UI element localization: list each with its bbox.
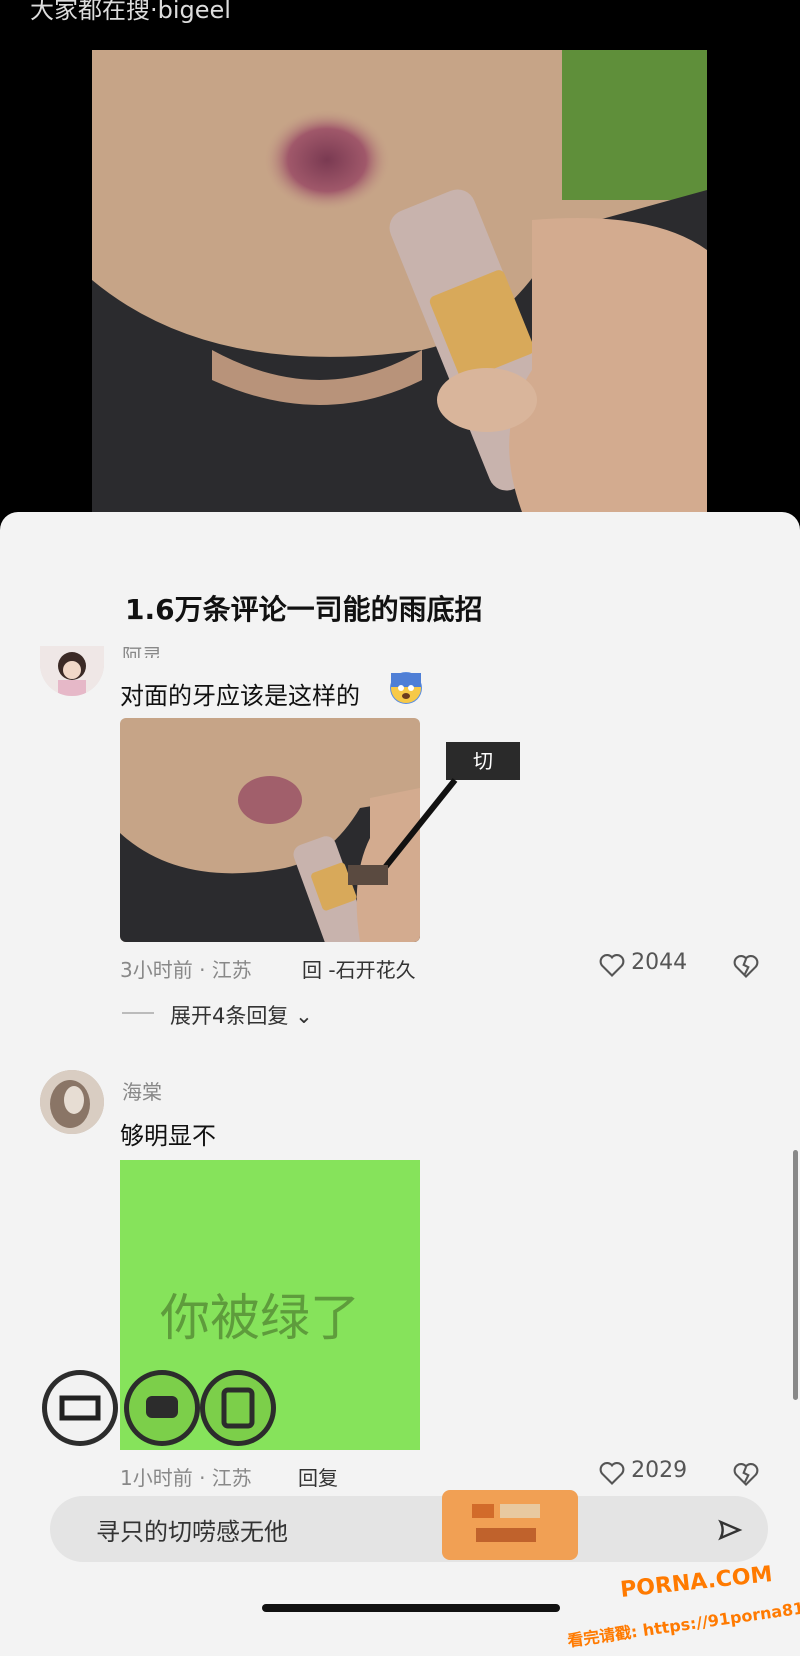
video-caption: 大家都在搜·bigeel <box>30 0 231 24</box>
meme-face-icon <box>47 1375 113 1441</box>
chevron-down-icon: ⌄ <box>295 1004 313 1028</box>
divider-line <box>122 1012 154 1014</box>
heart-outline-icon <box>599 1461 625 1485</box>
comment-text: 够明显不 <box>120 1122 216 1150</box>
emoji-button[interactable] <box>714 1514 746 1546</box>
comment-username[interactable]: 海棠 <box>122 1076 162 1105</box>
video-frame[interactable] <box>92 50 707 512</box>
comment-meta: 1小时前 · 江苏 <box>120 1466 252 1490</box>
like-count: 2029 <box>631 1458 688 1483</box>
broken-heart-icon <box>733 955 759 978</box>
sticker-icon[interactable] <box>42 1370 118 1446</box>
comment-input[interactable]: 寻只的切唠感无他 <box>96 1512 288 1547</box>
happy-face-icon <box>129 1375 195 1441</box>
scared-face-icon <box>391 673 421 703</box>
sticker-icon[interactable] <box>200 1370 276 1446</box>
heart-outline-icon <box>599 953 625 977</box>
comment-image-text: 你被绿了 <box>160 1289 360 1347</box>
comment-username[interactable]: 阿灵 <box>122 640 162 658</box>
reply-button[interactable]: 回 -石开花久 <box>302 954 416 983</box>
sticker-icon[interactable] <box>124 1370 200 1446</box>
bruise-photo <box>92 50 707 512</box>
broken-heart-icon <box>733 1463 759 1486</box>
expand-replies-label: 展开4条回复 <box>170 1004 289 1028</box>
dislike-button[interactable] <box>732 1460 760 1492</box>
expand-replies-button[interactable]: 展开4条回复 ⌄ <box>170 1000 313 1030</box>
like-button[interactable]: 2044 <box>598 950 687 979</box>
dislike-button[interactable] <box>732 952 760 984</box>
scared-face-emoji <box>390 672 422 704</box>
comment-text: 对面的牙应该是这样的 <box>120 682 360 710</box>
like-count: 2044 <box>631 950 688 975</box>
avatar-image <box>40 1070 104 1134</box>
like-button[interactable]: 2029 <box>598 1458 687 1487</box>
scrollbar[interactable] <box>793 1150 798 1400</box>
sticker-button[interactable] <box>442 1490 578 1560</box>
clipboard-face-icon <box>205 1375 271 1441</box>
reply-button[interactable]: 回复 <box>298 1462 338 1491</box>
send-icon <box>718 1519 743 1541</box>
home-indicator <box>262 1604 560 1612</box>
annotation-arrow <box>348 778 458 885</box>
comment-sheet-title: 1.6万条评论一司能的雨底招 <box>125 593 483 626</box>
comment-meta: 3小时前 · 江苏 <box>120 958 252 982</box>
sticker-preview-icon <box>472 1504 540 1542</box>
avatar[interactable] <box>40 1070 104 1134</box>
